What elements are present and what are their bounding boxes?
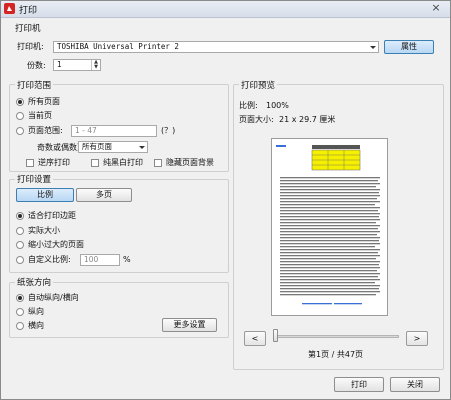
radio-portrait-label: 纵向	[28, 307, 44, 316]
checkbox-grayscale[interactable]	[91, 159, 99, 167]
close-button[interactable]: 关闭	[390, 377, 440, 392]
printer-group-title: 打印机	[15, 24, 41, 34]
copies-label: 份数:	[27, 61, 46, 70]
next-page-button[interactable]: >	[406, 331, 428, 346]
radio-actual-size[interactable]	[16, 227, 24, 235]
radio-shrink-large-label: 缩小过大的页面	[28, 240, 84, 249]
preview-scale-label: 比例:	[239, 101, 258, 110]
radio-current-page-label: 当前页	[28, 111, 52, 120]
checkbox-reverse-label: 逆序打印	[38, 158, 70, 167]
radio-page-range-label: 页面范围:	[28, 126, 63, 135]
page-slider-thumb[interactable]	[273, 329, 278, 342]
pdf-app-icon	[4, 3, 15, 14]
printer-select-value: TOSHIBA Universal Printer 2	[57, 42, 179, 51]
radio-custom-scale[interactable]	[16, 256, 24, 264]
chevron-down-icon	[139, 146, 145, 149]
radio-page-range[interactable]	[16, 127, 24, 135]
checkbox-reverse[interactable]	[26, 159, 34, 167]
preview-scale-value: 100%	[266, 101, 289, 110]
spin-arrows-icon[interactable]: ▲ ▼	[91, 60, 100, 70]
page-indicator: 第1页 / 共47页	[308, 350, 364, 359]
print-dialog: 打印 × 打印机 打印机: TOSHIBA Universal Printer …	[0, 0, 451, 400]
odd-even-select[interactable]: 所有页面	[78, 141, 148, 153]
radio-all-pages-label: 所有页面	[28, 97, 60, 106]
print-range-title: 打印范围	[15, 81, 54, 91]
prev-page-button[interactable]: <	[244, 331, 266, 346]
preview-page-thumbnail	[271, 138, 388, 316]
checkbox-grayscale-label: 纯黑白打印	[103, 158, 143, 167]
radio-actual-size-label: 实际大小	[28, 226, 60, 235]
close-icon[interactable]: ×	[428, 1, 444, 15]
more-settings-button[interactable]: 更多设置	[162, 318, 217, 332]
print-button[interactable]: 打印	[334, 377, 384, 392]
preview-page-size-label: 页面大小:	[239, 115, 274, 124]
tab-scale[interactable]: 比例	[16, 188, 74, 202]
printer-label: 打印机:	[17, 42, 44, 51]
radio-all-pages[interactable]	[16, 98, 24, 106]
radio-shrink-large[interactable]	[16, 241, 24, 249]
radio-current-page[interactable]	[16, 112, 24, 120]
radio-fit-margins-label: 适合打印边距	[28, 211, 76, 220]
radio-custom-scale-label: 自定义比例:	[28, 255, 71, 264]
checkbox-hide-background[interactable]	[154, 159, 162, 167]
copies-value: 1	[57, 60, 62, 69]
printer-select[interactable]: TOSHIBA Universal Printer 2	[53, 41, 379, 53]
orientation-title: 纸张方向	[15, 278, 54, 288]
chevron-down-icon	[370, 46, 376, 49]
print-settings-title: 打印设置	[15, 175, 54, 185]
copies-stepper[interactable]: 1 ▲ ▼	[53, 59, 101, 71]
preview-page-size-value: 21 x 29.7 厘米	[279, 115, 336, 124]
radio-auto-orientation[interactable]	[16, 294, 24, 302]
odd-even-value: 所有页面	[82, 142, 112, 151]
scale-unit: %	[123, 255, 131, 264]
title-bar: 打印 ×	[1, 1, 450, 18]
radio-landscape[interactable]	[16, 322, 24, 330]
tab-multi-page[interactable]: 多页	[76, 188, 132, 202]
custom-scale-input[interactable]: 100	[80, 254, 120, 266]
radio-fit-margins[interactable]	[16, 212, 24, 220]
page-range-help: (？)	[161, 126, 176, 135]
preview-title: 打印预览	[239, 81, 278, 91]
page-content-thumbnail	[276, 145, 380, 305]
radio-portrait[interactable]	[16, 308, 24, 316]
page-slider-track[interactable]	[275, 335, 399, 338]
window-title: 打印	[19, 6, 38, 16]
radio-auto-orientation-label: 自动纵向/横向	[28, 293, 79, 302]
properties-button[interactable]: 属性	[384, 40, 434, 54]
page-range-input[interactable]: 1 - 47	[71, 125, 157, 137]
checkbox-hide-background-label: 隐藏页面背景	[166, 158, 214, 167]
radio-landscape-label: 横向	[28, 321, 44, 330]
